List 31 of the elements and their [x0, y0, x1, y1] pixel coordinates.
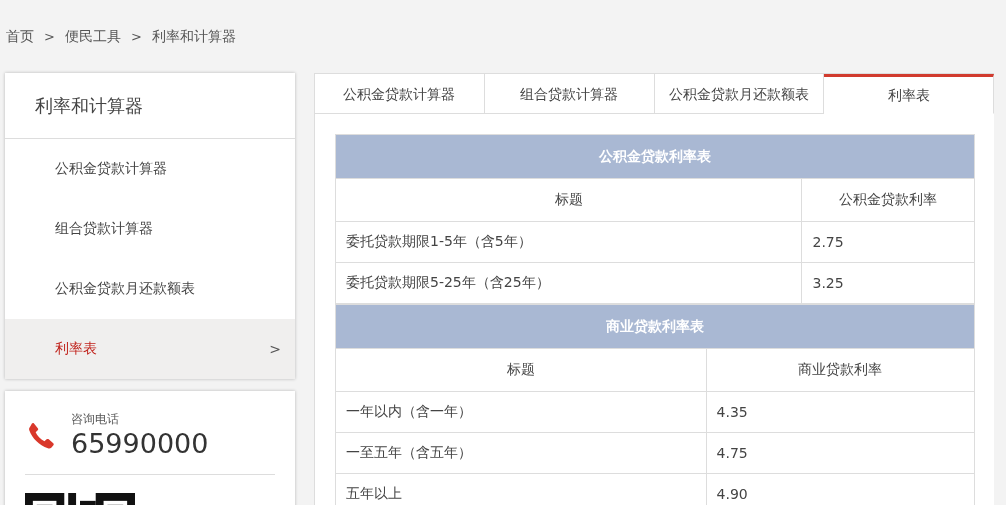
tab[interactable]: 公积金贷款计算器 [315, 74, 485, 114]
table-cell: 五年以上 [335, 473, 707, 505]
phone-number: 65990000 [71, 428, 209, 460]
column-header: 公积金贷款利率 [801, 178, 975, 222]
breadcrumb-separator: > [130, 29, 142, 44]
table-title: 商业贷款利率表 [335, 304, 975, 349]
table-cell: 4.75 [706, 432, 975, 474]
table-title: 公积金贷款利率表 [335, 134, 975, 179]
breadcrumb-separator: > [44, 29, 55, 44]
sidebar-item[interactable]: 组合贷款计算器 [5, 199, 295, 259]
table-cell: 一至五年（含五年） [335, 432, 707, 474]
contact-label: 咨询电话 [71, 411, 120, 428]
breadcrumb-link[interactable]: 利率和计算器 [151, 27, 236, 46]
breadcrumb-link[interactable]: 首页 [6, 27, 34, 46]
column-header: 标题 [335, 178, 802, 222]
tab[interactable]: 公积金贷款月还款额表 [654, 74, 825, 114]
table-cell: 3.25 [801, 262, 975, 304]
column-header: 标题 [335, 348, 707, 392]
sidebar-item[interactable]: 公积金贷款计算器 [5, 139, 295, 199]
table-cell: 一年以内（含一年） [335, 391, 707, 433]
tab[interactable]: 利率表 [824, 74, 994, 114]
table-cell: 委托贷款期限5-25年（含25年） [335, 262, 802, 304]
tab[interactable]: 组合贷款计算器 [484, 74, 655, 114]
column-header: 商业贷款利率 [706, 348, 975, 392]
breadcrumb-link[interactable]: 便民工具 [64, 27, 121, 46]
sidebar-title: 利率和计算器 [5, 73, 295, 139]
sidebar-item[interactable]: 利率表 > [5, 319, 295, 379]
sidebar-item[interactable]: 公积金贷款月还款额表 [5, 259, 295, 319]
table-cell: 4.35 [706, 391, 975, 433]
table-cell: 2.75 [801, 221, 975, 263]
table-cell: 委托贷款期限1-5年（含5年） [335, 221, 802, 263]
